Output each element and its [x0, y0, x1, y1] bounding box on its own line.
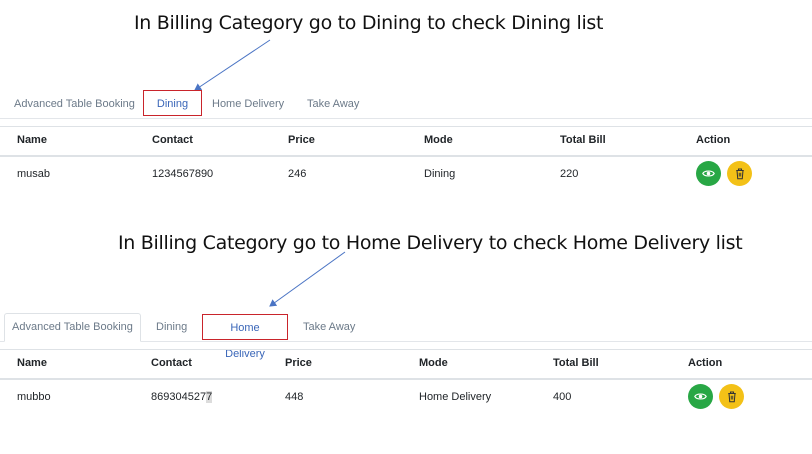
col-name: Name [17, 134, 47, 146]
cell-total: 220 [560, 168, 579, 180]
tab-dining[interactable]: Dining [149, 314, 194, 340]
col-action: Action [688, 357, 723, 369]
tab-advanced-table-booking[interactable]: Advanced Table Booking [4, 313, 141, 342]
col-mode: Mode [419, 357, 448, 369]
tab-home-delivery[interactable]: Home Delivery [205, 91, 291, 117]
arrow-to-delivery-tab [269, 251, 346, 307]
col-total-bill: Total Bill [560, 134, 606, 146]
eye-icon [694, 393, 707, 400]
tab-bar-home-delivery: Advanced Table Booking Dining Home Deliv… [0, 313, 812, 360]
contact-last-digit-highlighted: 7 [206, 391, 213, 403]
cell-mode: Home Delivery [419, 391, 492, 403]
cell-price: 448 [285, 391, 304, 403]
col-price: Price [288, 134, 315, 146]
col-action: Action [696, 134, 731, 146]
cell-price: 246 [288, 168, 307, 180]
cell-contact: 1234567890 [152, 168, 214, 180]
col-contact: Contact [151, 357, 192, 369]
cell-total: 400 [553, 391, 572, 403]
annotation-arrows [194, 39, 346, 307]
arrow-to-dining-tab [194, 39, 271, 91]
cell-contact: 8693045277 [151, 391, 213, 403]
col-mode: Mode [424, 134, 453, 146]
cell-mode: Dining [424, 168, 456, 180]
table-header: Name Contact Price Mode Total Bill Actio… [0, 349, 812, 380]
tab-bar-dining: Advanced Table Booking Dining Home Deliv… [0, 90, 812, 119]
cell-name: mubbo [17, 391, 51, 403]
eye-icon [702, 170, 715, 177]
contact-digits: 869304527 [151, 391, 207, 403]
table-header: Name Contact Price Mode Total Bill Actio… [0, 126, 812, 157]
trash-icon [727, 391, 736, 403]
col-price: Price [285, 357, 312, 369]
delete-button[interactable] [727, 161, 752, 186]
view-button[interactable] [696, 161, 721, 186]
col-name: Name [17, 357, 47, 369]
tab-home-delivery[interactable]: Home Delivery [202, 314, 288, 360]
col-contact: Contact [152, 134, 193, 146]
tab-take-away[interactable]: Take Away [296, 314, 362, 340]
col-total-bill: Total Bill [553, 357, 599, 369]
trash-icon [735, 168, 744, 180]
delete-button[interactable] [719, 384, 744, 409]
cell-name: musab [17, 168, 51, 180]
view-button[interactable] [688, 384, 713, 409]
tab-advanced-table-booking[interactable]: Advanced Table Booking [7, 91, 142, 117]
tab-take-away[interactable]: Take Away [300, 91, 366, 117]
tab-dining[interactable]: Dining [143, 90, 202, 116]
